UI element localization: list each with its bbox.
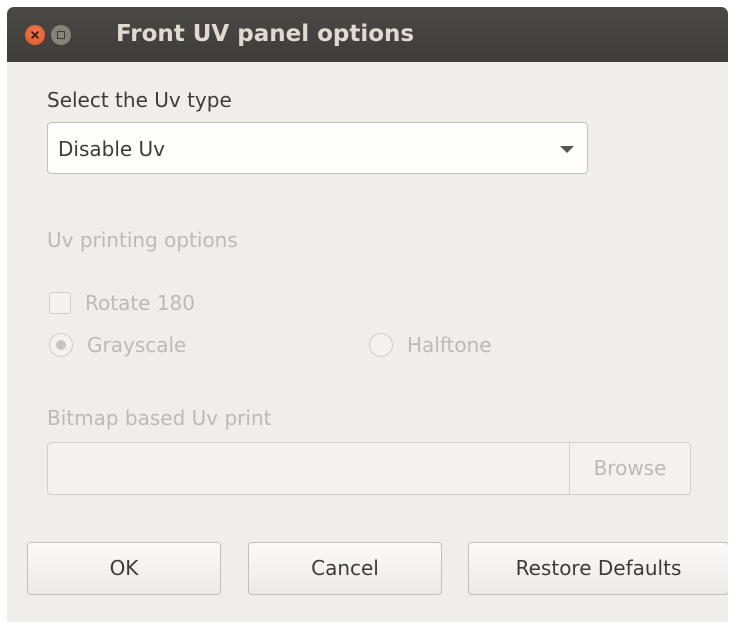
bitmap-path-input[interactable] bbox=[47, 442, 570, 495]
ok-button[interactable]: OK bbox=[27, 542, 221, 595]
close-icon[interactable] bbox=[25, 25, 45, 45]
grayscale-label: Grayscale bbox=[87, 333, 187, 357]
dialog-window: Front UV panel options Select the Uv typ… bbox=[7, 7, 728, 622]
maximize-icon[interactable] bbox=[51, 25, 71, 45]
cancel-button[interactable]: Cancel bbox=[248, 542, 442, 595]
radio-selected-dot bbox=[56, 340, 66, 350]
uv-type-label: Select the Uv type bbox=[47, 88, 232, 112]
browse-button[interactable]: Browse bbox=[569, 442, 691, 495]
rotate-label: Rotate 180 bbox=[85, 291, 196, 315]
printing-options-label: Uv printing options bbox=[47, 228, 238, 252]
window-title: Front UV panel options bbox=[116, 21, 415, 47]
halftone-radio[interactable] bbox=[369, 333, 393, 357]
restore-defaults-button[interactable]: Restore Defaults bbox=[468, 542, 728, 595]
halftone-label: Halftone bbox=[407, 333, 492, 357]
bitmap-label: Bitmap based Uv print bbox=[47, 406, 272, 430]
grayscale-radio[interactable] bbox=[49, 333, 73, 357]
rotate-checkbox[interactable] bbox=[49, 292, 71, 314]
uv-type-dropdown[interactable]: Disable Uv bbox=[47, 122, 588, 174]
uv-type-selected-value: Disable Uv bbox=[58, 137, 166, 161]
chevron-down-icon bbox=[560, 146, 574, 153]
title-bar[interactable]: Front UV panel options bbox=[7, 7, 728, 62]
